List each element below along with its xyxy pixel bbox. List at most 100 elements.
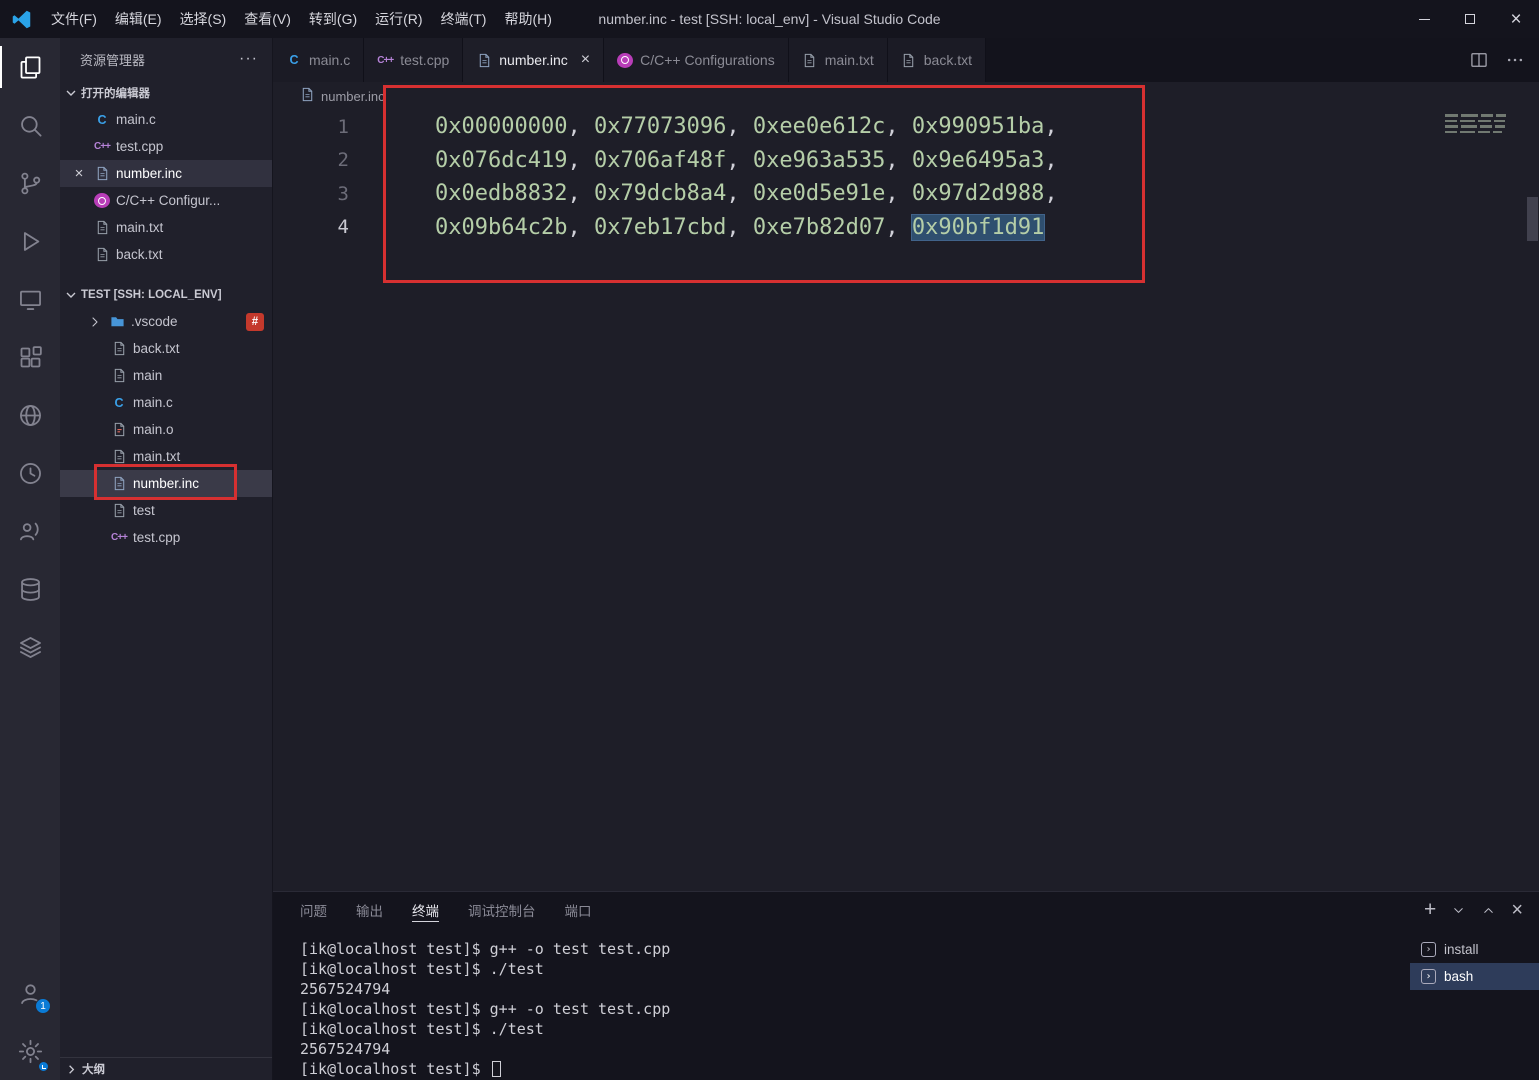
open-editor-item[interactable]: main.txt bbox=[60, 214, 272, 241]
outline-section-header[interactable]: 大纲 bbox=[60, 1057, 272, 1080]
tree-item-number.inc[interactable]: number.inc bbox=[60, 470, 272, 497]
editor-scrollbar[interactable] bbox=[1527, 197, 1538, 241]
cpp-config-icon bbox=[94, 193, 110, 208]
open-editor-item[interactable]: × number.inc bbox=[60, 160, 272, 187]
chevron-right-icon bbox=[87, 314, 103, 330]
panel-tab-终端[interactable]: 终端 bbox=[412, 892, 439, 928]
panel-tab-输出[interactable]: 输出 bbox=[356, 892, 383, 928]
code-line[interactable]: 1 0x00000000, 0x77073096, 0xee0e612c, 0x9… bbox=[273, 110, 1539, 144]
activity-source-control-icon[interactable] bbox=[0, 154, 60, 212]
database-icon bbox=[17, 576, 44, 603]
tab-test.cpp[interactable]: C++ test.cpp bbox=[364, 38, 464, 82]
hex-literal: 0xe0d5e91e bbox=[752, 181, 886, 207]
panel-tab-端口[interactable]: 端口 bbox=[565, 892, 592, 928]
code-line[interactable]: 3 0x0edb8832, 0x79dcb8a4, 0xe0d5e91e, 0x9… bbox=[273, 177, 1539, 211]
open-editor-item[interactable]: Cmain.c bbox=[60, 106, 272, 133]
terminal-session-label: bash bbox=[1444, 969, 1474, 984]
breadcrumb[interactable]: number.inc bbox=[273, 82, 1539, 110]
new-terminal-icon[interactable]: + bbox=[1424, 898, 1436, 922]
activity-search-icon[interactable] bbox=[0, 96, 60, 154]
activity-globe-icon[interactable] bbox=[0, 386, 60, 444]
open-editor-item[interactable]: back.txt bbox=[60, 241, 272, 268]
panel-tab-调试控制台[interactable]: 调试控制台 bbox=[468, 892, 536, 928]
terminal-line: [ik@localhost test]$ ./test bbox=[300, 960, 544, 978]
file-icon bbox=[802, 52, 818, 68]
open-editors-header[interactable]: 打开的编辑器 bbox=[60, 80, 272, 106]
activity-history-icon[interactable] bbox=[0, 444, 60, 502]
activity-extensions-icon[interactable] bbox=[0, 328, 60, 386]
scm-badge: # bbox=[246, 313, 264, 331]
tree-item-.vscode[interactable]: .vscode # bbox=[60, 308, 272, 335]
open-editor-item[interactable]: C/C++ Configur... bbox=[60, 187, 272, 214]
minimize-button[interactable] bbox=[1401, 0, 1447, 38]
tree-item-main.o[interactable]: main.o bbox=[60, 416, 272, 443]
close-icon: × bbox=[1510, 8, 1522, 30]
activity-run-debug-icon[interactable] bbox=[0, 212, 60, 270]
open-editor-item[interactable]: C++ test.cpp bbox=[60, 133, 272, 160]
hex-literal: 0xee0e612c bbox=[752, 114, 886, 140]
tree-item-main[interactable]: main bbox=[60, 362, 272, 389]
tab-label: main.c bbox=[309, 52, 351, 68]
menu-item[interactable]: 终端(T) bbox=[432, 0, 496, 38]
file-icon bbox=[901, 52, 917, 68]
terminal-session-install[interactable]: › install bbox=[1410, 936, 1539, 963]
activity-layers-icon[interactable] bbox=[0, 618, 60, 676]
tab-number.inc[interactable]: number.inc × bbox=[463, 38, 605, 82]
tab-label: C/C++ Configurations bbox=[640, 52, 775, 68]
menu-item[interactable]: 查看(V) bbox=[235, 0, 300, 38]
files-icon bbox=[17, 54, 44, 81]
tab-main.c[interactable]: Cmain.c bbox=[273, 38, 365, 82]
tree-label: TEST [SSH: LOCAL_ENV] bbox=[81, 289, 222, 301]
activity-files-icon[interactable] bbox=[0, 38, 60, 96]
file-icon bbox=[94, 247, 110, 263]
tree-item-back.txt[interactable]: back.txt bbox=[60, 335, 272, 362]
minimap[interactable] bbox=[1445, 114, 1511, 136]
close-icon[interactable]: × bbox=[71, 165, 87, 182]
code-editor[interactable]: 1 0x00000000, 0x77073096, 0xee0e612c, 0x9… bbox=[273, 110, 1539, 891]
activity-database-icon[interactable] bbox=[0, 560, 60, 618]
open-editors-list: Cmain.c C++ test.cpp × number.inc C/C++ Confi… bbox=[60, 106, 272, 268]
globe-icon bbox=[17, 402, 44, 429]
panel-header: 问题 输出 终端 调试控制台 端口 + × bbox=[273, 892, 1539, 928]
maximize-button[interactable] bbox=[1447, 0, 1493, 38]
close-icon[interactable]: × bbox=[581, 51, 590, 69]
tree-item-test[interactable]: test bbox=[60, 497, 272, 524]
tab-C/C++ Configurations[interactable]: C/C++ Configurations bbox=[604, 38, 789, 82]
hex-literal: 0x076dc419 bbox=[435, 147, 568, 173]
activity-remote-explorer-icon[interactable] bbox=[0, 270, 60, 328]
menu-item[interactable]: 转到(G) bbox=[300, 0, 366, 38]
cpp-file-icon: C++ bbox=[111, 532, 128, 543]
tree-header[interactable]: TEST [SSH: LOCAL_ENV] bbox=[60, 282, 272, 308]
menu-item[interactable]: 选择(S) bbox=[171, 0, 236, 38]
ellipsis-icon[interactable] bbox=[1505, 50, 1525, 70]
menu-item[interactable]: 帮助(H) bbox=[495, 0, 560, 38]
activity-settings-gear-icon[interactable] bbox=[0, 1022, 60, 1080]
terminal-session-bash[interactable]: › bash bbox=[1410, 963, 1539, 990]
split-editor-icon[interactable] bbox=[1469, 50, 1489, 70]
menu-item[interactable]: 文件(F) bbox=[42, 0, 106, 38]
activity-live-share-icon[interactable] bbox=[0, 502, 60, 560]
tree-item-test.cpp[interactable]: C++ test.cpp bbox=[60, 524, 272, 551]
panel-body: [ik@localhost test]$ g++ -o test test.cp… bbox=[273, 928, 1539, 1080]
tree-item-main.txt[interactable]: main.txt bbox=[60, 443, 272, 470]
tab-main.txt[interactable]: main.txt bbox=[788, 38, 888, 82]
terminal-output[interactable]: [ik@localhost test]$ g++ -o test test.cp… bbox=[273, 928, 1410, 1080]
tab-back.txt[interactable]: back.txt bbox=[887, 38, 986, 82]
menu-item[interactable]: 运行(R) bbox=[366, 0, 431, 38]
code-line[interactable]: 4 0x09b64c2b, 0x7eb17cbd, 0xe7b82d07, 0x9… bbox=[273, 211, 1539, 245]
menu-item[interactable]: 编辑(E) bbox=[106, 0, 171, 38]
activity-account-icon[interactable]: 1 bbox=[0, 964, 60, 1022]
terminal-cursor bbox=[491, 1061, 501, 1077]
file-label: test.cpp bbox=[133, 530, 181, 545]
close-panel-icon[interactable]: × bbox=[1511, 899, 1523, 922]
maximize-panel-icon[interactable] bbox=[1481, 903, 1496, 918]
code-line[interactable]: 2 0x076dc419, 0x706af48f, 0xe963a535, 0x9… bbox=[273, 144, 1539, 178]
tree-item-main.c[interactable]: Cmain.c bbox=[60, 389, 272, 416]
panel-tab-问题[interactable]: 问题 bbox=[300, 892, 327, 928]
close-button[interactable]: × bbox=[1493, 0, 1539, 38]
line-number: 3 bbox=[337, 182, 349, 205]
file-label: back.txt bbox=[133, 341, 180, 356]
window-controls: × bbox=[1401, 0, 1539, 38]
terminal-dropdown-icon[interactable] bbox=[1451, 903, 1466, 918]
more-actions-icon[interactable]: ··· bbox=[239, 50, 258, 68]
